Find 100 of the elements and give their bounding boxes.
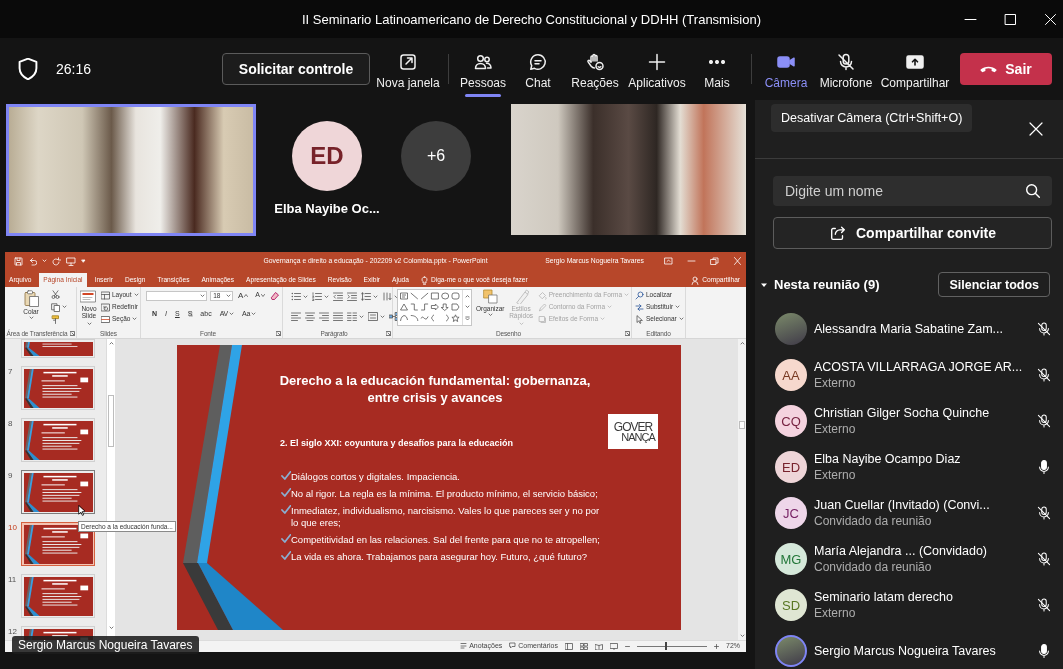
caret-icon[interactable] [394, 294, 399, 299]
leave-button[interactable]: Sair [960, 53, 1052, 85]
caret-icon[interactable] [359, 314, 364, 319]
caret-icon[interactable] [226, 293, 231, 298]
participant-role: Externo [814, 376, 857, 391]
gallery-up-icon[interactable] [464, 293, 470, 298]
minus-icon[interactable] [625, 643, 630, 649]
dialog-launcher-icon[interactable] [625, 331, 630, 336]
caret-icon[interactable] [28, 316, 34, 321]
dialog-launcher-icon[interactable] [276, 331, 281, 336]
people-button[interactable]: Pessoas [457, 38, 509, 100]
section-toggle[interactable]: Nesta reunião (9) [760, 277, 880, 292]
caret-icon[interactable] [373, 294, 378, 299]
gallery-more-icon[interactable] [464, 316, 470, 322]
gallery-down-icon[interactable] [464, 305, 470, 309]
close-icon[interactable] [1028, 121, 1044, 137]
caret-icon[interactable] [487, 313, 493, 318]
slideshow-start-icon[interactable] [66, 256, 76, 266]
normal-view-icon[interactable] [565, 642, 573, 650]
align-right-icon[interactable] [319, 312, 329, 321]
line-spacing-icon[interactable] [361, 292, 371, 301]
format-painter-icon[interactable] [51, 315, 60, 324]
ribbon-display-icon[interactable] [664, 257, 673, 265]
arc-shape-icon[interactable] [410, 315, 419, 322]
caret-icon[interactable] [324, 294, 329, 299]
save-icon[interactable] [14, 256, 23, 266]
oval-shape-icon[interactable] [441, 292, 450, 300]
clear-formatting-icon[interactable] [270, 291, 280, 300]
undo-icon[interactable] [28, 256, 37, 266]
slide-sorter-icon[interactable] [580, 642, 588, 650]
dialog-launcher-icon[interactable] [386, 331, 391, 336]
caret-icon[interactable] [251, 312, 257, 317]
scrollbar-thumb[interactable] [108, 395, 114, 447]
scrollbar-thumb[interactable] [739, 421, 745, 429]
text-box-shape-icon[interactable] [400, 292, 408, 300]
caret-icon[interactable] [132, 317, 138, 321]
curve-shape-icon[interactable] [400, 315, 408, 322]
caret-icon[interactable] [678, 317, 684, 321]
search-field[interactable]: Digite um nome [773, 176, 1052, 206]
increase-indent-icon[interactable] [347, 292, 357, 301]
plus-icon[interactable] [714, 643, 719, 649]
caret-icon[interactable] [200, 293, 206, 298]
copy-icon[interactable] [51, 302, 60, 312]
maximize-icon[interactable] [1004, 12, 1017, 26]
restore-icon[interactable] [710, 257, 719, 265]
request-control-button[interactable]: Solicitar controle [222, 53, 370, 85]
microphone-button[interactable]: Microfone [815, 38, 877, 100]
caret-icon[interactable] [228, 312, 234, 317]
caret-icon[interactable] [86, 322, 92, 327]
zoom-slider[interactable] [637, 642, 707, 650]
grow-font-button[interactable]: A [236, 290, 251, 301]
decrease-indent-icon[interactable] [333, 292, 343, 301]
scissors-icon[interactable] [51, 290, 60, 299]
caret-icon[interactable] [675, 305, 681, 309]
rounded-rectangle-shape-icon[interactable] [451, 292, 460, 300]
camera-button[interactable]: Câmera [760, 38, 812, 100]
slideshow-icon[interactable] [610, 642, 618, 650]
rectangle-shape-icon[interactable] [431, 292, 439, 300]
dialog-launcher-icon[interactable] [70, 331, 75, 336]
share-screen-button[interactable]: Compartilhar [880, 38, 950, 100]
scrollbar[interactable] [738, 339, 746, 640]
participant-name: Christian Gilger Socha Quinche [814, 405, 991, 422]
apps-button[interactable]: Aplicativos [626, 38, 688, 100]
mute-all-button[interactable]: Silenciar todos [938, 272, 1050, 297]
close-icon[interactable] [1044, 12, 1057, 26]
reactions-button[interactable]: Reações [567, 38, 623, 100]
caret-icon[interactable] [133, 293, 139, 297]
star-shape-icon[interactable] [451, 314, 460, 322]
caret-icon[interactable] [303, 294, 308, 299]
wave-shape-icon[interactable] [420, 316, 429, 320]
columns-icon[interactable] [347, 312, 357, 321]
more-participants-button[interactable]: +6 [401, 121, 471, 191]
quick-styles-icon [513, 289, 529, 304]
bullet-list-icon[interactable] [291, 292, 301, 301]
triangle-shape-icon[interactable] [400, 303, 408, 311]
numbered-list-icon[interactable] [312, 292, 322, 301]
redo-icon[interactable] [52, 256, 61, 266]
share-invite-button[interactable]: Compartilhar convite [773, 217, 1052, 249]
caret-icon[interactable] [62, 305, 67, 309]
align-text-icon[interactable] [368, 312, 378, 321]
slider-thumb[interactable] [665, 642, 668, 650]
slide-thumbnail[interactable] [21, 470, 95, 514]
hand-smiley-icon [585, 51, 605, 72]
window-title: II Seminario Latinoamericano de Derecho Constitucional y DDHH (Transmision) [301, 11, 761, 27]
brace-shape-icon[interactable] [445, 314, 450, 322]
caret-icon[interactable] [380, 314, 385, 319]
font-name-field[interactable] [146, 290, 208, 301]
participant-role: Externo [814, 468, 857, 483]
shape-gallery[interactable] [397, 289, 472, 326]
justify-icon[interactable] [333, 312, 343, 321]
chat-button[interactable]: Chat [512, 38, 564, 100]
brace-shape-icon[interactable] [431, 314, 435, 322]
align-center-icon[interactable] [305, 312, 315, 321]
new-window-button[interactable]: Nova janela [376, 38, 440, 100]
text-direction-icon[interactable] [382, 292, 392, 301]
pentagon-shape-icon[interactable] [451, 303, 460, 311]
reading-view-icon[interactable] [595, 642, 603, 650]
more-button[interactable]: Mais [691, 38, 743, 100]
align-left-icon[interactable] [291, 312, 301, 321]
customize-caret-icon[interactable] [81, 259, 86, 263]
